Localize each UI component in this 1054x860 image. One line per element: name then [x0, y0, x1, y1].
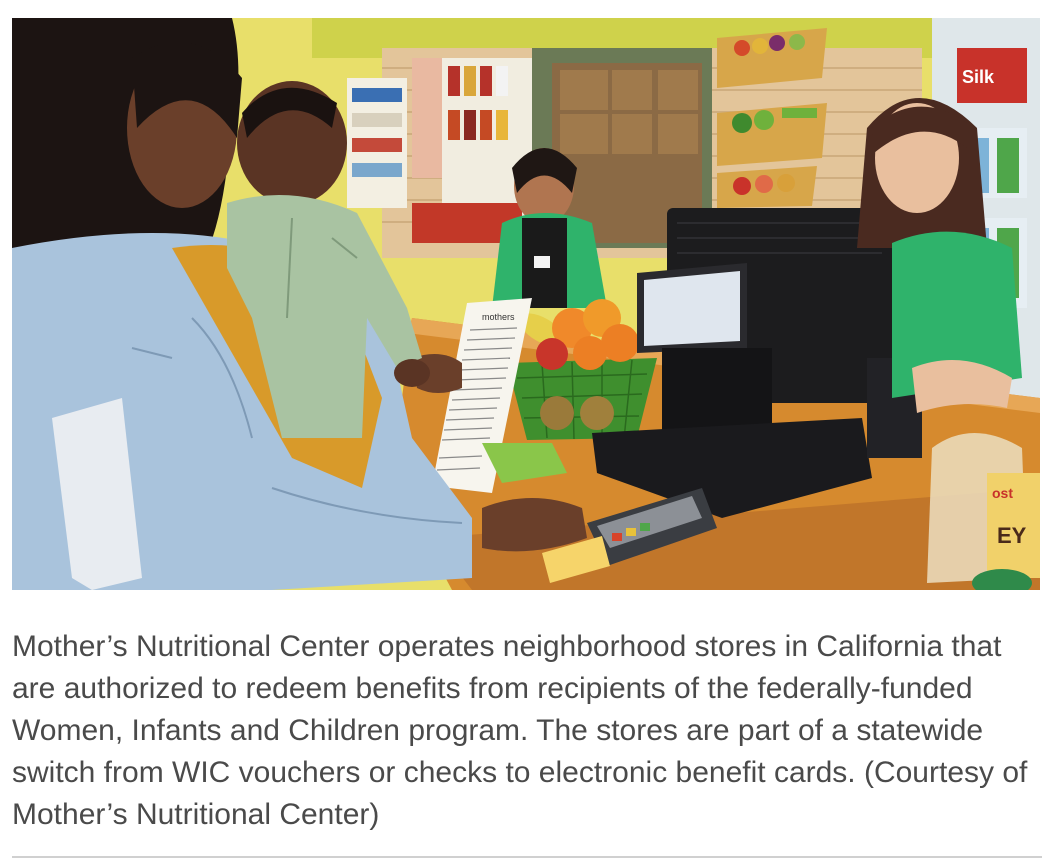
- left-shelves: [347, 78, 407, 208]
- bread-label-2: EY: [997, 523, 1027, 548]
- article-photo: Silk mothers ost EY: [12, 18, 1040, 590]
- produce-bins: [717, 28, 827, 208]
- silk-label: Silk: [962, 67, 995, 87]
- divider: [12, 856, 1042, 858]
- bread-label: ost: [992, 485, 1013, 501]
- photo-caption: Mother’s Nutritional Center operates nei…: [12, 630, 1028, 831]
- receipt-header: mothers: [482, 312, 515, 322]
